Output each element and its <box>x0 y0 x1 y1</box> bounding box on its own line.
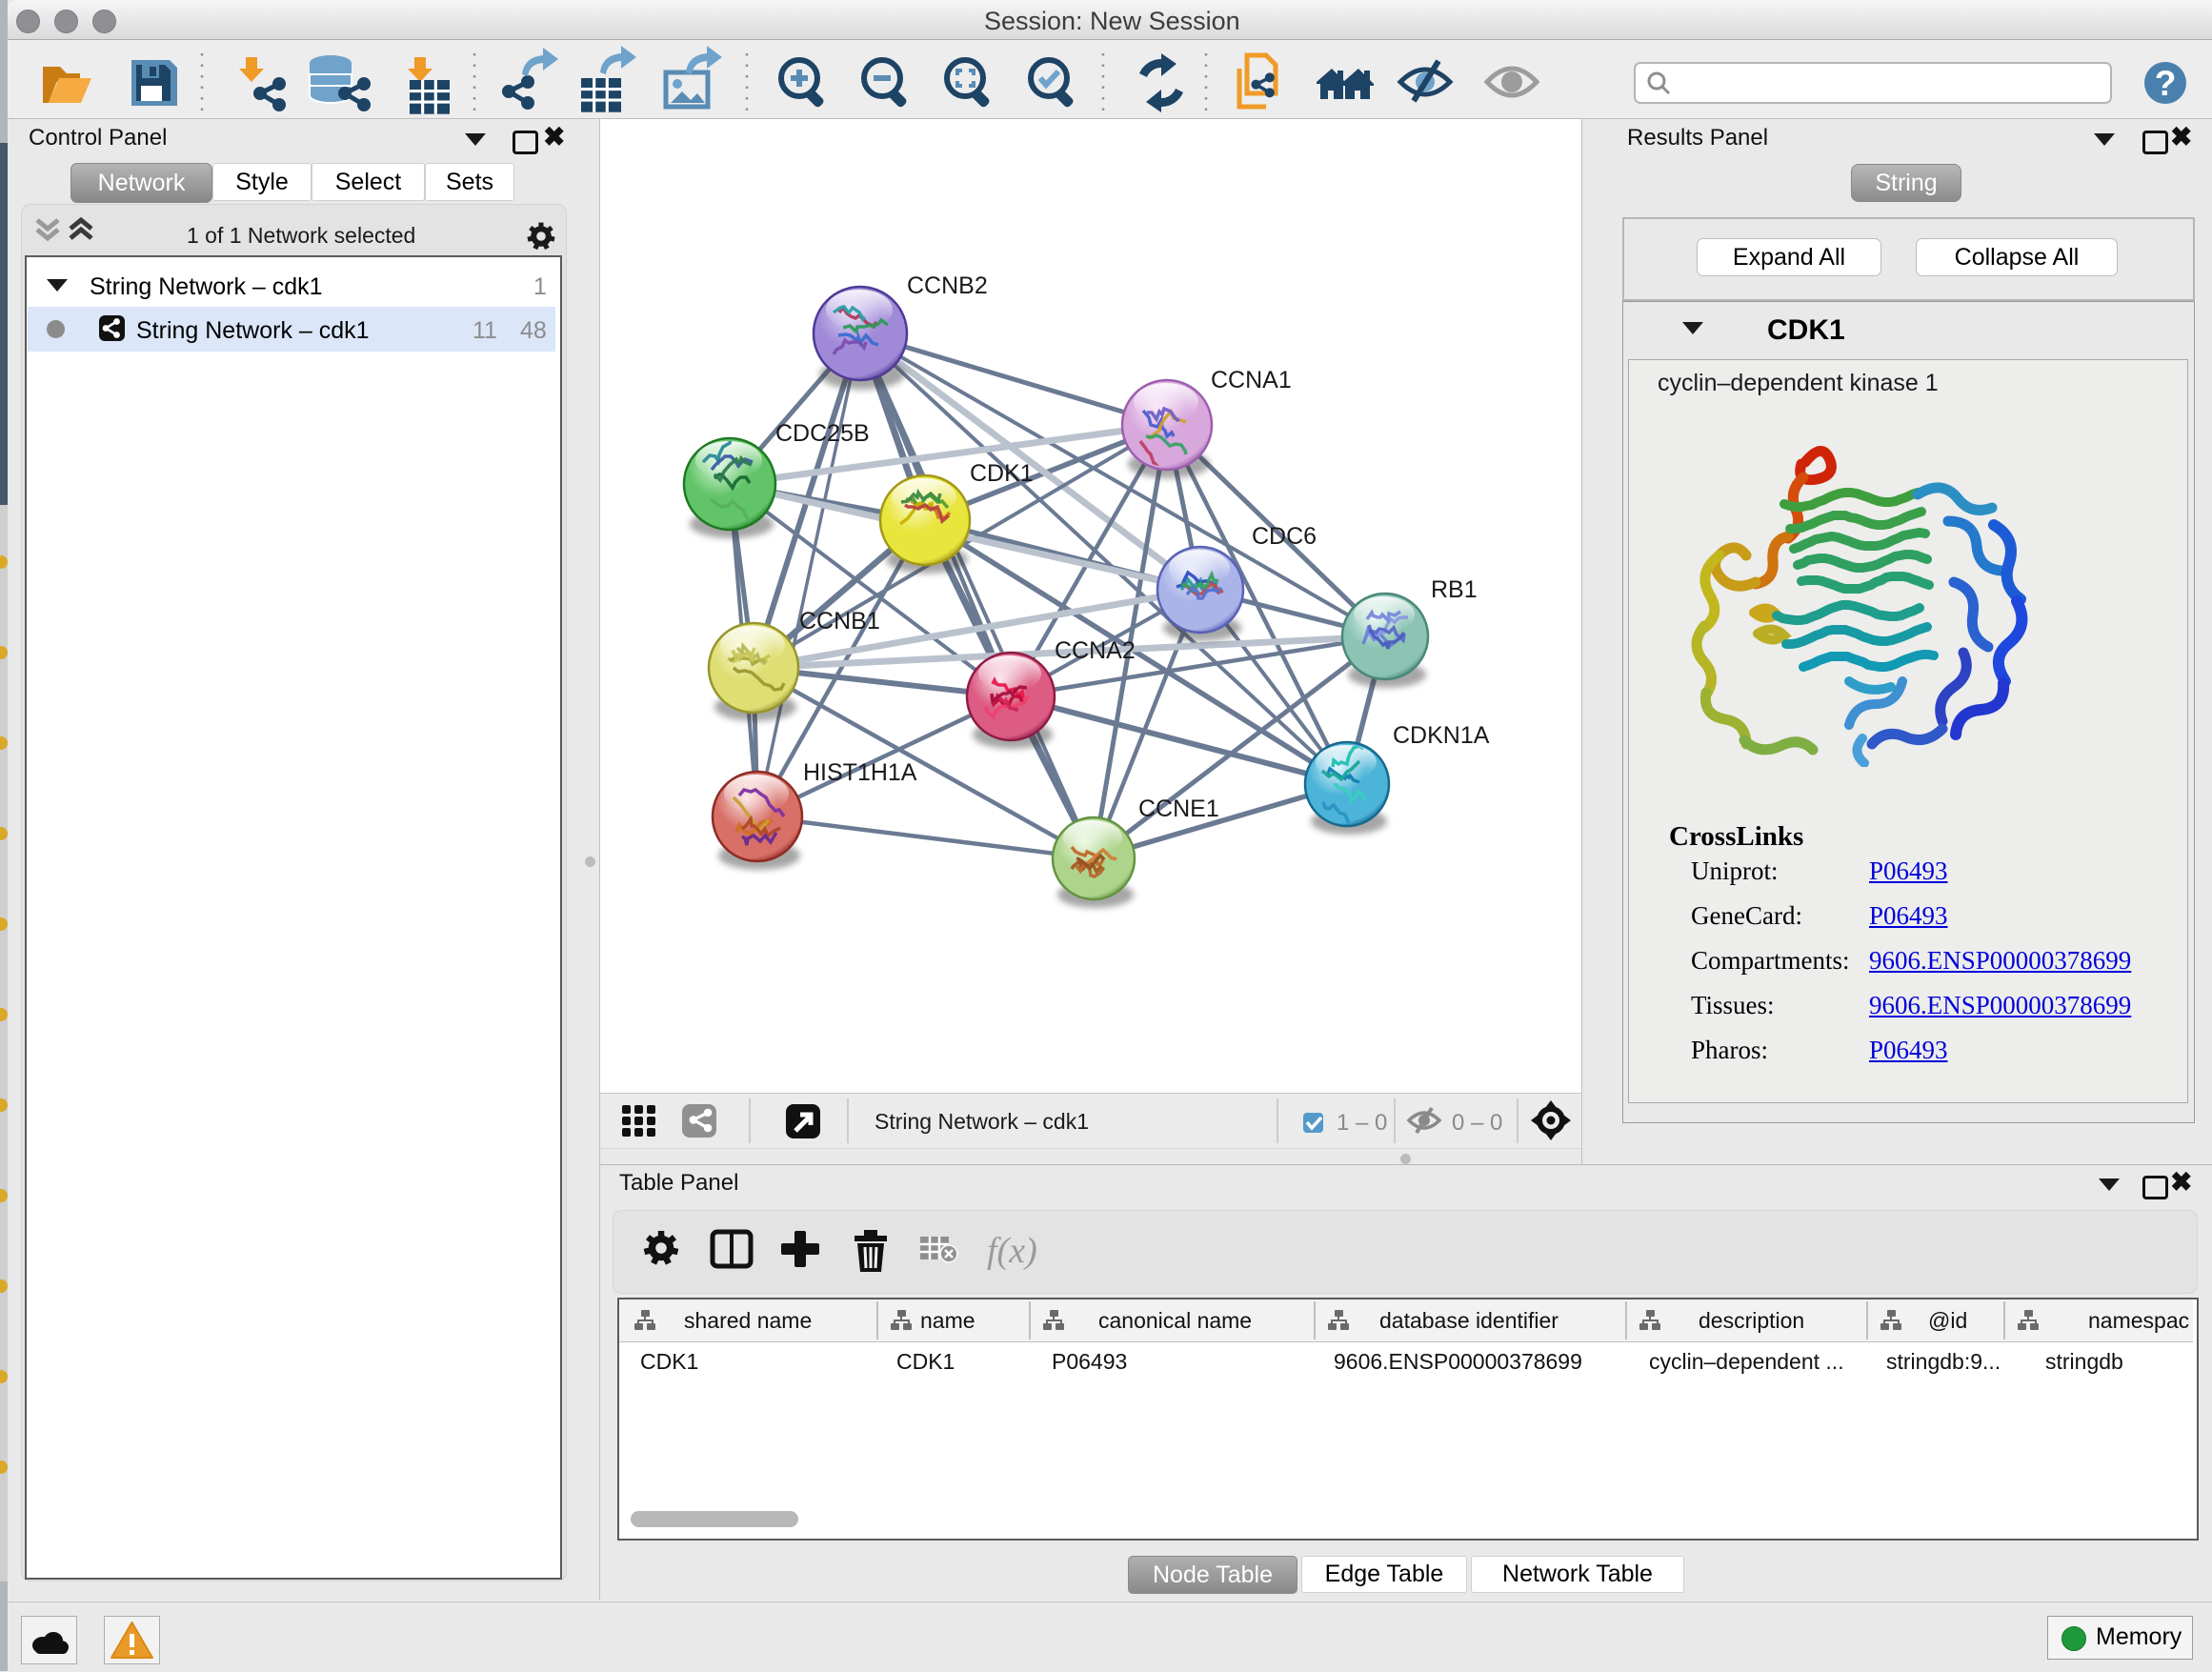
svg-text:?: ? <box>2155 64 2177 103</box>
svg-text:CDKN1A: CDKN1A <box>1393 722 1490 749</box>
svg-text:1 – 0: 1 – 0 <box>1337 1110 1387 1136</box>
svg-text:CCNB1: CCNB1 <box>799 608 880 635</box>
svg-text:RB1: RB1 <box>1431 576 1478 603</box>
svg-text:HIST1H1A: HIST1H1A <box>803 759 917 786</box>
svg-text:CDK1: CDK1 <box>970 460 1034 487</box>
svg-text:CCNE1: CCNE1 <box>1138 796 1219 822</box>
svg-text:CCNA2: CCNA2 <box>1055 637 1136 664</box>
svg-text:CCNB2: CCNB2 <box>907 272 988 299</box>
svg-text:f(x): f(x) <box>987 1231 1037 1271</box>
svg-text:0 – 0: 0 – 0 <box>1452 1110 1502 1136</box>
svg-text:CDC25B: CDC25B <box>775 420 870 447</box>
svg-text:CCNA1: CCNA1 <box>1211 367 1292 393</box>
svg-text:CDC6: CDC6 <box>1252 523 1317 550</box>
